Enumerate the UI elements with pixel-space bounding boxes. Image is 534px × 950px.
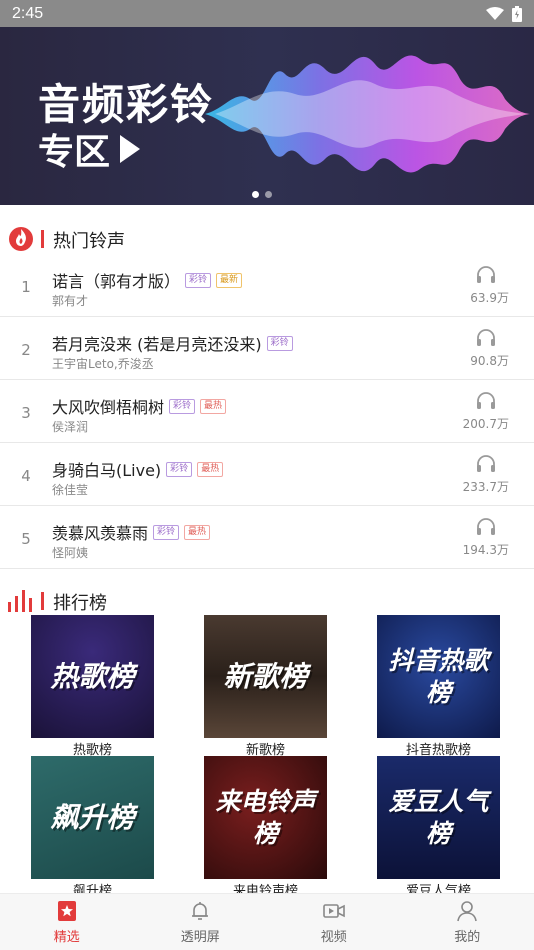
song-title-text: 若月亮没来 (若是月亮还没来): [52, 335, 262, 354]
section-accent-bar: [41, 230, 44, 248]
song-row[interactable]: 5 羡慕风羡慕雨 彩铃 最热 怪阿姨 194.3万: [0, 506, 534, 569]
chart-cover-text: 热歌榜: [50, 659, 135, 693]
headphones-icon: [477, 392, 495, 409]
section-accent-bar: [41, 592, 44, 610]
status-time: 2:45: [12, 4, 44, 22]
song-title-text: 身骑白马(Live): [52, 461, 162, 480]
song-title-text: 诺言（郭有才版）: [52, 272, 181, 291]
play-arrow-icon: [120, 135, 141, 163]
carousel-dot[interactable]: [265, 191, 272, 198]
battery-icon: [512, 5, 522, 22]
song-rank: 5: [21, 530, 31, 548]
chart-cover-text: 来电铃声榜: [215, 786, 316, 848]
wifi-icon: [486, 6, 504, 20]
chart-cover: 抖音热歌榜: [377, 615, 500, 738]
nav-item-transparent-screen[interactable]: 透明屏: [134, 894, 268, 950]
carousel-dot-active[interactable]: [252, 191, 259, 198]
hot-ringtones-title: 热门铃声: [53, 231, 125, 252]
chart-cover: 来电铃声榜: [204, 756, 327, 879]
chart-cover-text: 爱豆人气榜: [388, 786, 489, 848]
chart-cover: 新歌榜: [204, 615, 327, 738]
song-title: 羡慕风羡慕雨 彩铃 最热: [52, 520, 211, 544]
chart-cover-text: 新歌榜: [223, 659, 308, 693]
song-title: 大风吹倒梧桐树 彩铃 最热: [52, 394, 227, 418]
equalizer-bars-icon: [8, 590, 32, 612]
song-artist: 徐佳莹: [52, 483, 89, 497]
chart-cover: 爱豆人气榜: [377, 756, 500, 879]
song-rank: 1: [21, 278, 31, 296]
chart-card-douyin[interactable]: 抖音热歌榜 抖音热歌榜: [377, 615, 500, 758]
tag-hot: 最热: [184, 524, 211, 540]
chart-card-ringtone[interactable]: 来电铃声榜 来电铃声榜: [204, 756, 327, 899]
listen-count: 233.7万: [462, 480, 509, 494]
tag-ringtone: 彩铃: [185, 272, 212, 288]
tag-hot: 最热: [197, 461, 224, 477]
tag-ringtone: 彩铃: [153, 524, 180, 540]
status-bar: 2:45: [0, 0, 534, 27]
chart-card-new[interactable]: 新歌榜 新歌榜: [204, 615, 327, 758]
chart-cover-text: 抖音热歌榜: [388, 645, 489, 707]
nav-label: 视频: [320, 930, 347, 945]
bell-icon: [192, 902, 209, 920]
chart-card-rising[interactable]: 飙升榜 飙升榜: [31, 756, 154, 899]
song-artist: 郭有才: [52, 294, 89, 308]
song-rank: 2: [21, 341, 31, 359]
song-row[interactable]: 1 诺言（郭有才版） 彩铃 最新 郭有才 63.9万: [0, 254, 534, 317]
video-icon: [322, 904, 345, 918]
nav-item-video[interactable]: 视频: [267, 894, 401, 950]
listen-count: 90.8万: [470, 354, 509, 368]
song-title-text: 羡慕风羡慕雨: [52, 524, 149, 543]
nav-label: 我的: [454, 930, 481, 945]
chart-cover: 热歌榜: [31, 615, 154, 738]
song-artist: 侯泽润: [52, 420, 89, 434]
tag-ringtone: 彩铃: [169, 398, 196, 414]
hot-ringtones-header: 热门铃声: [0, 218, 534, 258]
tag-ringtone: 彩铃: [166, 461, 193, 477]
song-row[interactable]: 4 身骑白马(Live) 彩铃 最热 徐佳莹 233.7万: [0, 443, 534, 506]
song-row[interactable]: 2 若月亮没来 (若是月亮还没来) 彩铃 王宇宙Leto,乔浚丞 90.8万: [0, 317, 534, 380]
banner-subtitle: 专区: [38, 123, 141, 175]
promo-banner[interactable]: 音频彩铃 专区: [0, 27, 534, 205]
tag-ringtone: 彩铃: [266, 335, 293, 351]
tag-hot: 最热: [200, 398, 227, 414]
ranking-title: 排行榜: [53, 593, 107, 614]
headphones-icon: [477, 266, 495, 283]
star-bookmark-icon: [57, 901, 76, 921]
song-artist: 怪阿姨: [52, 546, 89, 560]
nav-label: 精选: [53, 930, 80, 945]
song-rank: 4: [21, 467, 31, 485]
sound-wave-graphic: [205, 55, 530, 173]
ranking-header: 排行榜: [0, 580, 534, 620]
nav-label: 透明屏: [180, 930, 220, 945]
fire-icon: [9, 227, 33, 251]
person-icon: [457, 901, 478, 922]
nav-item-featured[interactable]: 精选: [0, 894, 134, 950]
carousel-dots: [252, 191, 272, 198]
song-list: 1 诺言（郭有才版） 彩铃 最新 郭有才 63.9万 2 若月亮没来 (若是月亮…: [0, 254, 534, 569]
song-artist: 王宇宙Leto,乔浚丞: [52, 357, 154, 371]
tag-new: 最新: [216, 272, 243, 288]
listen-count: 194.3万: [462, 543, 509, 557]
headphones-icon: [477, 455, 495, 472]
chart-cover-text: 飙升榜: [50, 800, 135, 834]
song-title: 身骑白马(Live) 彩铃 最热: [52, 457, 224, 481]
song-rank: 3: [21, 404, 31, 422]
listen-count: 200.7万: [462, 417, 509, 431]
nav-item-mine[interactable]: 我的: [401, 894, 534, 950]
bottom-nav: 精选 透明屏 视频 我的: [0, 893, 534, 950]
chart-card-idol[interactable]: 爱豆人气榜 爱豆人气榜: [377, 756, 500, 899]
listen-count: 63.9万: [470, 291, 509, 305]
headphones-icon: [477, 518, 495, 535]
chart-card-hot[interactable]: 热歌榜 热歌榜: [31, 615, 154, 758]
headphones-icon: [477, 329, 495, 346]
song-title: 诺言（郭有才版） 彩铃 最新: [52, 268, 243, 292]
song-title-text: 大风吹倒梧桐树: [52, 398, 165, 417]
song-row[interactable]: 3 大风吹倒梧桐树 彩铃 最热 侯泽润 200.7万: [0, 380, 534, 443]
chart-cover: 飙升榜: [31, 756, 154, 879]
song-title: 若月亮没来 (若是月亮还没来) 彩铃: [52, 331, 293, 355]
banner-subtitle-text: 专区: [38, 132, 111, 173]
